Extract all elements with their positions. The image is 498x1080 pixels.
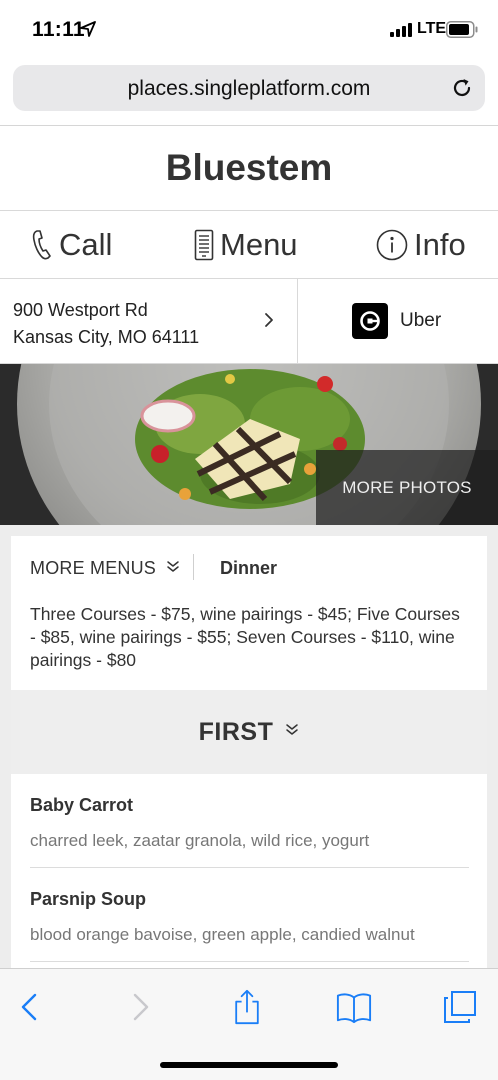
menu-item[interactable]: Baby Carrot charred leek, zaatar granola… [30,774,469,868]
tabs-icon[interactable] [442,989,478,1025]
menu-label: Menu [220,227,298,262]
address-street: 900 Westport Rd [13,300,148,320]
info-icon [376,229,408,261]
info-button[interactable]: Info [376,211,466,279]
chevron-right-icon [265,313,273,327]
more-menus-button[interactable]: MORE MENUS [30,558,156,579]
address-city: Kansas City, MO 64111 [13,327,200,347]
current-menu-name: Dinner [220,558,278,578]
url-text[interactable]: places.singleplatform.com [13,77,485,101]
url-bar[interactable]: places.singleplatform.com [13,65,485,111]
uber-logo-icon [352,303,388,339]
menu-button[interactable]: Menu [194,211,298,279]
page-title: Bluestem [165,147,333,188]
network-type: LTE [417,20,447,37]
section-header[interactable]: FIRST [11,690,487,774]
call-label: Call [59,227,113,262]
menu-item-description: blood orange bavoise, green apple, candi… [30,925,415,944]
menu-item-name: Baby Carrot [30,795,134,815]
location-arrow-icon [80,21,96,37]
signal-icon [390,23,412,37]
home-indicator[interactable] [160,1062,338,1068]
phone-icon [32,230,51,260]
back-icon[interactable] [14,989,50,1025]
more-photos-button[interactable]: MORE PHOTOS [316,450,498,525]
reload-icon[interactable] [451,77,473,99]
menu-panel: MORE MENUS Dinner Three Courses - $75, w… [11,536,487,970]
address-row: 900 Westport Rd Kansas City, MO 64111 Ub… [0,279,498,364]
forward-icon[interactable] [122,989,158,1025]
status-bar: 11:11 LTE [0,0,498,60]
call-button[interactable]: Call [31,211,112,279]
menu-description: Three Courses - $75, wine pairings - $45… [30,604,460,670]
share-icon[interactable] [229,989,265,1025]
status-time: 11:11 [32,18,85,41]
menu-item-description: charred leek, zaatar granola, wild rice,… [30,831,370,850]
address-link[interactable]: 900 Westport Rd Kansas City, MO 64111 [0,279,298,364]
menu-item[interactable]: Parsnip Soup blood orange bavoise, green… [30,868,469,962]
menu-document-icon [194,229,214,261]
uber-button[interactable]: Uber [298,279,498,364]
bookmarks-icon[interactable] [336,989,372,1025]
double-chevron-down-icon[interactable] [166,560,180,574]
battery-icon [446,21,478,38]
browser-toolbar [0,968,498,1080]
restaurant-header: Bluestem [0,126,498,211]
menu-item-name: Parsnip Soup [30,889,147,909]
menu-divider [193,554,194,580]
section-title: FIRST [198,717,274,746]
uber-label: Uber [400,310,442,331]
restaurant-photo[interactable]: MORE PHOTOS [0,364,498,525]
action-bar: Call Menu Info [0,211,498,279]
browser-address-area: places.singleplatform.com [0,60,498,126]
info-label: Info [414,227,466,262]
double-chevron-down-icon [286,724,299,735]
